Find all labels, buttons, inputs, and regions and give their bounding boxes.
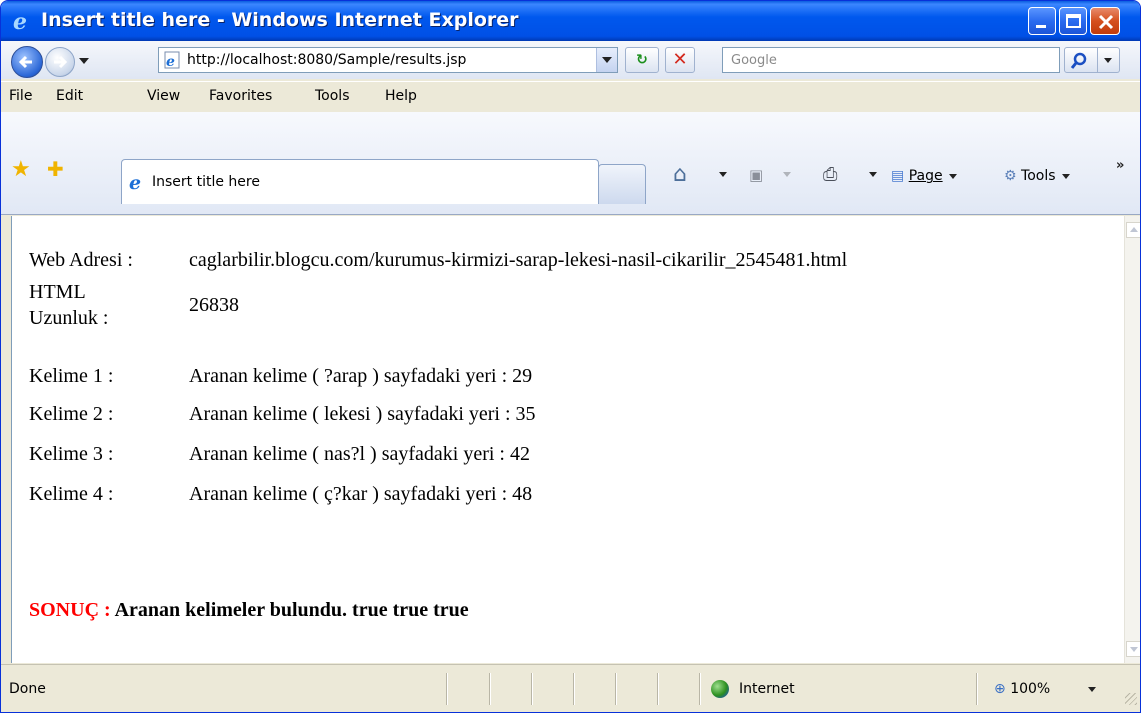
row-label: Kelime 4 :	[29, 483, 114, 505]
row-label-line2: Uzunluk :	[29, 307, 109, 329]
row-value: caglarbilir.blogcu.com/kurumus-kirmizi-s…	[189, 249, 848, 271]
tab-label: Insert title here	[152, 174, 260, 190]
search-button[interactable]	[1064, 47, 1098, 73]
back-button[interactable]	[11, 46, 43, 78]
svg-text:e: e	[129, 172, 141, 192]
status-divider	[573, 673, 574, 705]
forward-button[interactable]	[45, 47, 75, 77]
svg-text:e: e	[13, 10, 27, 32]
history-dropdown[interactable]	[79, 58, 89, 64]
home-icon[interactable]: ⌂	[673, 162, 687, 187]
gear-icon: ⚙	[1004, 168, 1017, 184]
status-divider	[699, 673, 700, 705]
tools-menu[interactable]: ⚙ Tools	[1004, 168, 1070, 184]
security-zone[interactable]: Internet	[739, 681, 795, 697]
new-tab-button[interactable]	[598, 164, 646, 204]
page-icon: ▤	[891, 168, 905, 184]
zoom-level[interactable]: ⊕ 100%	[994, 681, 1050, 697]
window-title: Insert title here - Windows Internet Exp…	[41, 9, 519, 31]
row-value: Aranan kelime ( nas?l ) sayfadaki yeri :…	[189, 443, 530, 465]
feeds-dropdown[interactable]	[777, 166, 791, 182]
tab-active[interactable]: e Insert title here	[121, 159, 599, 204]
maximize-icon	[1066, 14, 1081, 28]
page-viewport	[11, 216, 1125, 663]
menu-file[interactable]: File	[9, 88, 32, 104]
status-divider	[531, 673, 532, 705]
tools-label: Tools	[1021, 168, 1056, 184]
more-commands-icon[interactable]: »	[1116, 158, 1124, 173]
refresh-icon: ↻	[636, 52, 648, 68]
zoom-icon: ⊕	[994, 681, 1006, 697]
status-text: Done	[9, 681, 46, 697]
address-toolbar: e http://localhost:8080/Sample/results.j…	[1, 41, 1140, 79]
status-divider	[489, 673, 490, 705]
zoom-value: 100%	[1010, 681, 1051, 697]
print-icon[interactable]: ⎙	[823, 164, 837, 185]
address-field[interactable]: e http://localhost:8080/Sample/results.j…	[158, 47, 618, 73]
scroll-up-button[interactable]	[1126, 222, 1140, 238]
internet-zone-icon	[711, 680, 729, 698]
menu-tools[interactable]: Tools	[315, 88, 350, 104]
search-options-dropdown[interactable]	[1098, 47, 1120, 73]
menu-help[interactable]: Help	[385, 88, 417, 104]
address-url: http://localhost:8080/Sample/results.jsp	[187, 52, 467, 68]
add-favorites-icon[interactable]: ✚	[47, 157, 64, 181]
row-value: Aranan kelime ( lekesi ) sayfadaki yeri …	[189, 403, 536, 425]
row-label: Kelime 3 :	[29, 443, 114, 465]
page-label: Page	[908, 168, 943, 184]
svg-text:e: e	[166, 54, 175, 69]
forward-arrow-icon	[54, 55, 68, 69]
vertical-scrollbar[interactable]	[1124, 216, 1140, 663]
stop-button[interactable]: ✕	[665, 47, 695, 73]
feeds-icon[interactable]: ▣	[749, 166, 763, 184]
page-menu[interactable]: ▤ Page	[891, 168, 957, 184]
minimize-button[interactable]	[1028, 7, 1056, 35]
scroll-down-button[interactable]	[1126, 641, 1140, 657]
search-input[interactable]: Google	[722, 47, 1060, 73]
menu-edit[interactable]: Edit	[56, 88, 83, 104]
search-icon	[1070, 52, 1087, 69]
search-placeholder: Google	[731, 53, 777, 68]
status-bar: Done Internet ⊕ 100%	[1, 664, 1140, 712]
row-value: Aranan kelime ( ?arap ) sayfadaki yeri :…	[189, 365, 533, 387]
address-dropdown[interactable]	[596, 48, 617, 72]
refresh-button[interactable]: ↻	[625, 47, 659, 73]
status-divider	[976, 673, 977, 705]
close-icon	[1098, 14, 1114, 30]
result-line: SONUÇ : Aranan kelimeler bulundu. true t…	[29, 599, 469, 622]
close-button[interactable]	[1090, 7, 1120, 35]
maximize-button[interactable]	[1059, 7, 1087, 35]
status-divider	[657, 673, 658, 705]
zoom-dropdown[interactable]	[1088, 687, 1096, 692]
back-arrow-icon	[18, 55, 32, 69]
row-value: 26838	[189, 294, 239, 316]
result-label: SONUÇ :	[29, 599, 111, 621]
row-label: Kelime 2 :	[29, 403, 114, 425]
minimize-icon	[1036, 25, 1046, 28]
menu-bar: File Edit View Favorites Tools Help	[1, 81, 1140, 113]
status-divider	[615, 673, 616, 705]
stop-icon: ✕	[672, 49, 688, 70]
home-dropdown[interactable]	[713, 166, 727, 182]
tab-command-bar: ★ ✚ e Insert title here ⌂ ▣ ⎙ ▤ Page ⚙ T…	[1, 112, 1140, 216]
row-value: Aranan kelime ( ç?kar ) sayfadaki yeri :…	[189, 483, 533, 505]
resize-grip[interactable]	[1125, 693, 1137, 705]
print-dropdown[interactable]	[863, 166, 877, 182]
ie-logo-icon: e	[13, 10, 27, 32]
result-text: Aranan kelimeler bulundu. true true true	[114, 599, 469, 621]
menu-favorites[interactable]: Favorites	[209, 88, 272, 104]
ie-window: e Insert title here - Windows Internet E…	[0, 0, 1141, 713]
menu-view[interactable]: View	[147, 88, 180, 104]
row-label: Web Adresi :	[29, 249, 133, 271]
status-divider	[446, 673, 447, 705]
row-label: HTML	[29, 281, 86, 303]
row-label: Kelime 1 :	[29, 365, 114, 387]
page-icon: e	[164, 51, 180, 69]
ie-page-icon: e	[129, 172, 141, 192]
favorites-center-icon[interactable]: ★	[11, 157, 31, 182]
title-bar[interactable]: e Insert title here - Windows Internet E…	[1, 1, 1140, 41]
